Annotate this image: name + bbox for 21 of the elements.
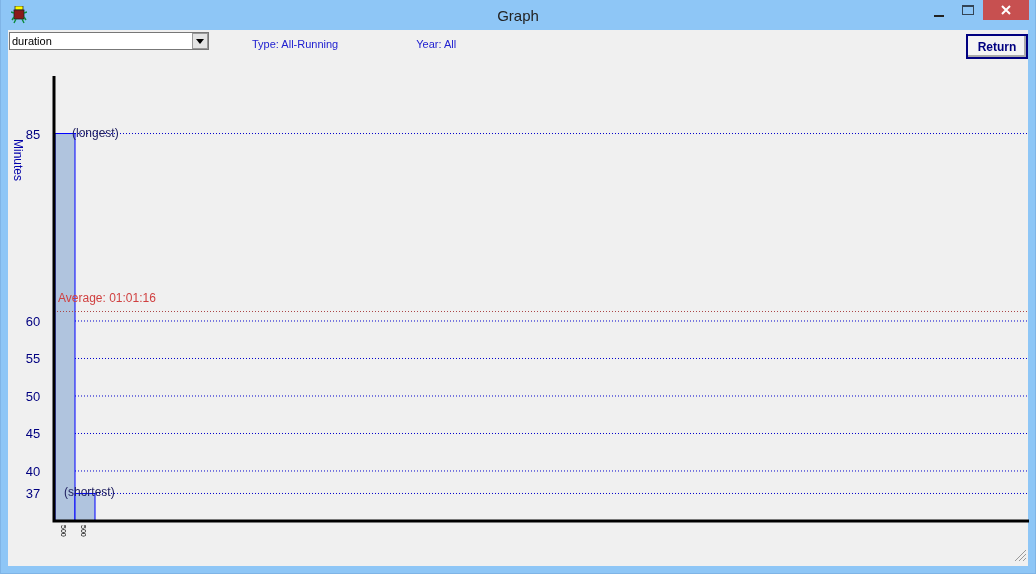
annotation-label: (longest) xyxy=(72,125,119,140)
minimize-icon xyxy=(933,15,944,17)
caret-icon xyxy=(196,38,204,44)
year-label: Year: All xyxy=(416,38,457,50)
tick-label: 37 xyxy=(25,486,41,502)
tick-label: 45 xyxy=(25,426,41,442)
tick-label: 60 xyxy=(25,314,41,329)
resize-grip-icon xyxy=(1014,549,1027,562)
tick-label: 85 xyxy=(25,126,41,142)
type-label: Type: All-Running xyxy=(252,38,339,50)
maximize-icon xyxy=(961,5,974,15)
close-button[interactable] xyxy=(983,0,1029,20)
tick-label: 55 xyxy=(25,351,41,367)
bug-icon xyxy=(11,6,27,24)
tick-label: 40 xyxy=(25,464,41,479)
axis-label: Minutes xyxy=(11,139,25,181)
close-icon xyxy=(1001,5,1011,15)
window-title: Graph xyxy=(497,7,539,24)
return-button[interactable]: Return xyxy=(966,34,1028,59)
tick-label: 50 xyxy=(25,389,41,404)
dropdown-field[interactable]: duration xyxy=(9,32,209,50)
